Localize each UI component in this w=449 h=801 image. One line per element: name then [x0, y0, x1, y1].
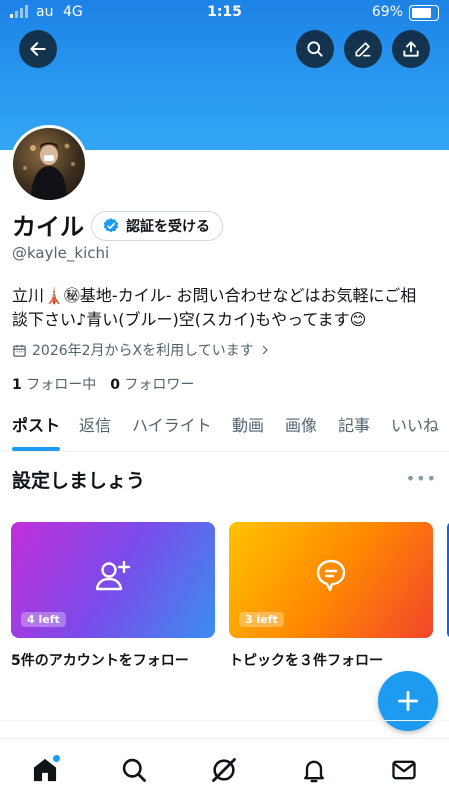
- search-button[interactable]: [296, 30, 334, 68]
- followers-label: フォロワー: [124, 377, 195, 393]
- follow-stats: 1 フォロー中 0 フォロワー: [12, 374, 194, 394]
- profile-handle: @kayle_kichi: [12, 244, 110, 262]
- compose-button[interactable]: [378, 671, 438, 731]
- share-button[interactable]: [392, 30, 430, 68]
- profile-bio: 立川🗼㊙基地-カイル- お問い合わせなどはお気軽にご相談下さい♪青い(ブルー)空…: [12, 286, 417, 329]
- calendar-icon: [13, 344, 26, 357]
- nav-messages[interactable]: [389, 755, 419, 785]
- joined-label: 2026年2月からXを利用しています: [32, 343, 254, 359]
- more-options-icon[interactable]: •••: [406, 469, 437, 488]
- setup-card-label: 5件のアカウントをフォロー: [11, 653, 189, 669]
- nav-notifications[interactable]: [299, 755, 329, 785]
- nav-search[interactable]: [119, 755, 149, 785]
- setup-card-follow-accounts[interactable]: 4 left: [11, 522, 215, 638]
- search-icon: [307, 41, 323, 57]
- tab-replies[interactable]: 返信: [79, 405, 111, 451]
- profile-name: カイル: [12, 213, 84, 241]
- notifications-icon: [304, 760, 324, 783]
- grok-icon: [212, 758, 236, 782]
- chevron-right-icon: [262, 345, 268, 355]
- tab-highlights[interactable]: ハイライト: [132, 405, 212, 451]
- battery-percent: 69%: [371, 4, 403, 20]
- setup-card-follow-topics[interactable]: 3 left: [229, 522, 433, 638]
- following-count: 1: [12, 377, 22, 393]
- profile-tabs: ポスト 返信 ハイライト 動画 画像 記事 いいね: [0, 405, 449, 452]
- setup-card-label: トピックを３件フォロー: [229, 653, 383, 669]
- plus-icon: [397, 690, 419, 712]
- nav-home[interactable]: [30, 755, 60, 785]
- add-user-icon: [95, 560, 131, 591]
- joined-date[interactable]: 2026年2月からXを利用しています: [12, 340, 271, 360]
- avatar-photo: [23, 142, 75, 200]
- arrow-left-icon: [30, 42, 46, 56]
- share-icon: [403, 41, 419, 57]
- followers-count: 0: [110, 377, 120, 393]
- pencil-icon: [355, 42, 371, 57]
- messages-icon: [392, 760, 416, 780]
- following-link[interactable]: 1 フォロー中: [12, 374, 96, 394]
- remaining-badge: 4 left: [21, 612, 66, 627]
- topic-icon: [316, 559, 346, 592]
- nav-grok[interactable]: [209, 755, 239, 785]
- bottom-navigation: [0, 738, 449, 801]
- back-button[interactable]: [19, 30, 57, 68]
- get-verified-label: 認証を受ける: [126, 219, 210, 235]
- status-bar: au 4G 1:15 69%: [0, 0, 449, 26]
- tab-likes[interactable]: いいね: [391, 405, 439, 451]
- avatar[interactable]: [10, 125, 88, 203]
- divider: [0, 720, 449, 721]
- setup-title: 設定しましょう: [12, 470, 146, 492]
- remaining-badge: 3 left: [239, 612, 284, 627]
- tab-articles[interactable]: 記事: [338, 405, 370, 451]
- followers-link[interactable]: 0 フォロワー: [110, 374, 194, 394]
- unread-dot: [53, 755, 60, 762]
- tab-videos[interactable]: 動画: [232, 405, 264, 451]
- following-label: フォロー中: [26, 377, 97, 393]
- battery-icon: [409, 5, 439, 21]
- tab-images[interactable]: 画像: [285, 405, 317, 451]
- get-verified-button[interactable]: 認証を受ける: [91, 211, 223, 241]
- tab-posts[interactable]: ポスト: [12, 405, 61, 451]
- search-icon: [122, 758, 146, 782]
- edit-button[interactable]: [344, 30, 382, 68]
- verified-badge-icon: [103, 218, 119, 233]
